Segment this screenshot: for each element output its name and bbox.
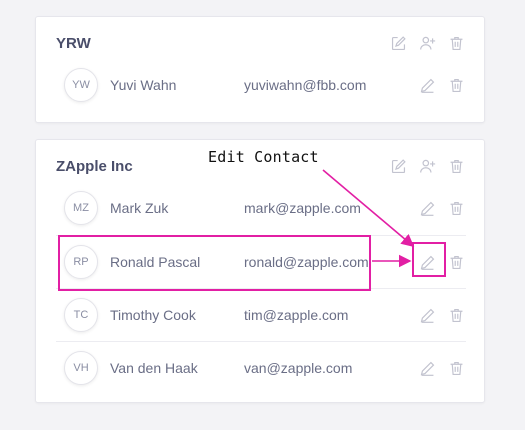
row-actions [418, 359, 466, 378]
trash-icon[interactable] [447, 306, 466, 325]
contact-email: yuviwahn@fbb.com [244, 77, 367, 93]
row-actions [418, 253, 466, 272]
trash-icon[interactable] [447, 34, 466, 53]
avatar: TC [64, 298, 98, 332]
row-actions [418, 76, 466, 95]
trash-icon[interactable] [447, 253, 466, 272]
add-user-icon[interactable] [418, 157, 437, 176]
group-card-zapple: ZApple Inc MZ Mark Zuk mark@zapple.com R… [35, 139, 485, 403]
contact-name: Mark Zuk [110, 200, 169, 216]
pencil-icon[interactable] [418, 359, 437, 378]
trash-icon[interactable] [447, 359, 466, 378]
pencil-icon[interactable] [418, 306, 437, 325]
contact-name: Timothy Cook [110, 307, 196, 323]
contact-name: Van den Haak [110, 360, 198, 376]
avatar: YW [64, 68, 98, 102]
edit-group-icon[interactable] [389, 157, 408, 176]
contact-name: Yuvi Wahn [110, 77, 177, 93]
pencil-icon[interactable] [418, 76, 437, 95]
contact-email: ronald@zapple.com [244, 254, 369, 270]
contact-email: tim@zapple.com [244, 307, 349, 323]
group-title: YRW [56, 35, 91, 52]
pencil-icon[interactable] [418, 253, 437, 272]
avatar: RP [64, 245, 98, 279]
group-actions [389, 157, 466, 176]
edit-group-icon[interactable] [389, 34, 408, 53]
trash-icon[interactable] [447, 76, 466, 95]
contact-row: VH Van den Haak van@zapple.com [56, 341, 466, 394]
row-actions [418, 306, 466, 325]
group-card-yrw: YRW YW Yuvi Wahn yuviwahn@fbb.com [35, 16, 485, 123]
trash-icon[interactable] [447, 199, 466, 218]
group-actions [389, 34, 466, 53]
pencil-icon[interactable] [418, 199, 437, 218]
add-user-icon[interactable] [418, 34, 437, 53]
contact-name: Ronald Pascal [110, 254, 201, 270]
trash-icon[interactable] [447, 157, 466, 176]
avatar: MZ [64, 191, 98, 225]
contact-email: mark@zapple.com [244, 200, 361, 216]
group-title: ZApple Inc [56, 158, 133, 175]
avatar: VH [64, 351, 98, 385]
contact-row: TC Timothy Cook tim@zapple.com [56, 288, 466, 341]
annotation-label: Edit Contact [208, 148, 319, 166]
row-actions [418, 199, 466, 218]
contact-row: RP Ronald Pascal ronald@zapple.com [56, 235, 466, 288]
contact-email: van@zapple.com [244, 360, 353, 376]
contact-row: MZ Mark Zuk mark@zapple.com [56, 182, 466, 234]
contact-row: YW Yuvi Wahn yuviwahn@fbb.com [56, 59, 466, 111]
